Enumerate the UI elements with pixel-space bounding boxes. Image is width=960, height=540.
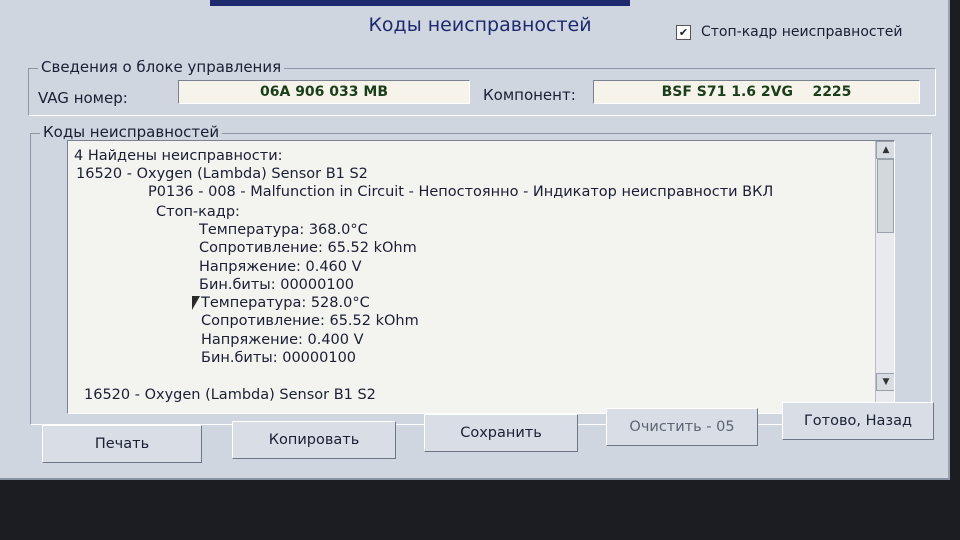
save-button[interactable]: Сохранить (424, 414, 578, 452)
freeze-frame-label: Стоп-кадр неисправностей (701, 24, 903, 40)
print-button[interactable]: Печать (42, 425, 202, 463)
freeze-frame-line: Бин.биты: 00000100 (199, 277, 355, 293)
fault-code-line: 16520 - Oxygen (Lambda) Sensor B1 S2 (84, 387, 376, 403)
fault-code-line: 16520 - Oxygen (Lambda) Sensor B1 S2 (76, 166, 368, 182)
fault-detail-line: P0136 - 008 - Malfunction in Circuit - Н… (148, 184, 774, 200)
mouse-pointer-icon (192, 296, 200, 310)
fault-count-line: 4 Найдены неисправности: (74, 148, 283, 164)
fault-codes-window: Коды неисправностей ✔ Стоп-кадр неисправ… (0, 0, 950, 480)
control-unit-group-label: Сведения о блоке управления (38, 58, 285, 76)
component-label: Компонент: (483, 86, 576, 104)
triangle-down-icon: ▼ (882, 377, 890, 387)
freeze-frame-option[interactable]: ✔ Стоп-кадр неисправностей (676, 24, 902, 40)
copy-button[interactable]: Копировать (232, 421, 396, 459)
freeze-frame-line: Сопротивление: 65.52 kOhm (201, 313, 419, 329)
title-strip (210, 0, 630, 6)
freeze-frame-line: Сопротивление: 65.52 kOhm (199, 240, 417, 256)
freeze-frame-heading: Стоп-кадр: (156, 204, 240, 220)
scroll-up-button[interactable]: ▲ (876, 141, 894, 159)
fault-list[interactable]: 4 Найдены неисправности: 16520 - Oxygen … (67, 140, 895, 414)
fault-codes-group-label: Коды неисправностей (40, 123, 223, 141)
triangle-up-icon: ▲ (882, 145, 890, 155)
freeze-frame-line: Бин.биты: 00000100 (201, 350, 357, 366)
done-back-button[interactable]: Готово, Назад (782, 402, 934, 440)
vag-number-field: 06A 906 033 MB (178, 80, 470, 104)
fault-list-scrollbar[interactable]: ▲ ▼ (875, 141, 894, 413)
scroll-down-button[interactable]: ▼ (876, 373, 894, 391)
freeze-frame-line: Напряжение: 0.400 V (201, 332, 364, 348)
freeze-frame-line: Температура: 528.0°C (201, 295, 370, 311)
freeze-frame-line: Температура: 368.0°C (199, 222, 368, 238)
freeze-frame-line: Напряжение: 0.460 V (199, 259, 362, 275)
scroll-thumb[interactable] (877, 159, 894, 233)
clear-button[interactable]: Очистить - 05 (606, 408, 758, 446)
vag-number-label: VAG номер: (38, 89, 128, 107)
freeze-frame-checkbox[interactable]: ✔ (676, 24, 691, 40)
component-field: BSF S71 1.6 2VG 2225 (593, 80, 920, 104)
fault-list-content: 4 Найдены неисправности: 16520 - Oxygen … (68, 141, 876, 413)
page-title: Коды неисправностей (368, 14, 592, 36)
